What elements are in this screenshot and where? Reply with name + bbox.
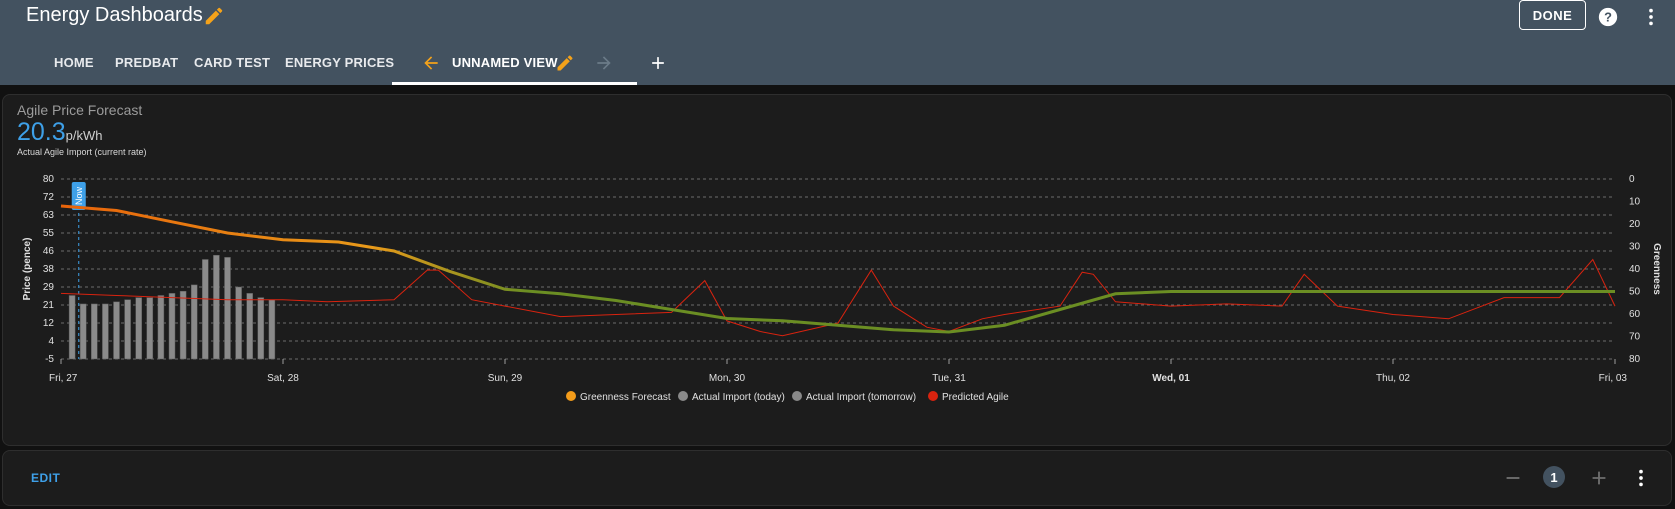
- actual-import-bar: [135, 297, 142, 360]
- y2-tick-label: 10: [1629, 197, 1641, 208]
- y-tick-label: 46: [43, 246, 55, 257]
- y2-axis-label: Greenness: [1651, 243, 1662, 295]
- actual-import-bar: [79, 303, 87, 360]
- price-forecast-card: Agile Price Forecast 20.3p/kWh Actual Ag…: [2, 94, 1672, 446]
- x-tick-label: Thu, 02: [1376, 373, 1410, 384]
- y2-tick-label: 40: [1629, 264, 1641, 275]
- y-tick-label: 55: [43, 228, 55, 239]
- more-vert-icon[interactable]: [1640, 6, 1662, 28]
- x-tick-label: Wed, 01: [1152, 373, 1190, 384]
- y-tick-label: 72: [43, 192, 55, 203]
- app-title: Energy Dashboards: [26, 4, 203, 26]
- y2-tick-label: 0: [1629, 174, 1635, 185]
- actual-import-bar: [213, 254, 220, 360]
- pencil-icon[interactable]: [555, 53, 575, 73]
- y-tick-label: 12: [43, 318, 55, 329]
- arrow-left-icon[interactable]: [421, 53, 441, 73]
- y2-tick-label: 80: [1629, 354, 1641, 365]
- legend-label: Greenness Forecast: [580, 392, 671, 403]
- top-app-bar: Energy Dashboards DONE ? HOME PREDBAT CA…: [0, 0, 1675, 85]
- actual-import-bar: [246, 293, 253, 360]
- plus-icon[interactable]: [1588, 467, 1610, 489]
- edit-button[interactable]: EDIT: [31, 471, 60, 485]
- price-chart: 80 72 63 55 46 38 29 21 12 4 -5 0 10 20 30 40 50 60 70 80 Pr…: [22, 174, 1662, 403]
- card-footer: EDIT 1: [2, 450, 1672, 506]
- page-number-badge: 1: [1543, 466, 1565, 488]
- actual-import-bar: [235, 286, 242, 360]
- actual-import-bar: [257, 297, 265, 360]
- actual-import-bar: [157, 295, 165, 360]
- y2-tick-label: 70: [1629, 332, 1641, 343]
- y-tick-label: -5: [45, 354, 54, 365]
- x-tick-label: Fri, 27: [49, 373, 78, 384]
- y-tick-label: 38: [43, 264, 55, 275]
- y2-tick-label: 20: [1629, 219, 1641, 230]
- tab-home[interactable]: HOME: [54, 55, 94, 70]
- y-tick-label: 21: [43, 300, 55, 311]
- legend-marker: [928, 391, 938, 401]
- add-view-icon[interactable]: [648, 53, 668, 73]
- help-icon[interactable]: ?: [1597, 6, 1619, 28]
- y-tick-label: 63: [43, 210, 55, 221]
- done-button[interactable]: DONE: [1519, 0, 1586, 30]
- tab-energy-prices[interactable]: ENERGY PRICES: [285, 55, 394, 70]
- legend-label: Actual Import (tomorrow): [806, 392, 916, 403]
- legend-label: Predicted Agile: [942, 392, 1009, 403]
- actual-import-bar: [102, 303, 109, 360]
- actual-import-bar: [179, 290, 187, 360]
- x-tick-label: Tue, 31: [932, 373, 966, 384]
- y-tick-label: 4: [48, 336, 54, 347]
- now-label: Now: [74, 187, 84, 206]
- arrow-right-icon[interactable]: [594, 53, 614, 73]
- y2-tick-label: 60: [1629, 309, 1641, 320]
- svg-text:?: ?: [1604, 10, 1612, 25]
- y-tick-label: 29: [43, 282, 55, 293]
- legend-marker: [566, 391, 576, 401]
- legend-marker: [792, 391, 802, 401]
- y-axis-label: Price (pence): [22, 238, 33, 301]
- actual-import-bar: [91, 303, 98, 360]
- actual-import-bar: [124, 299, 131, 360]
- legend-marker: [678, 391, 688, 401]
- actual-import-bar: [68, 295, 76, 360]
- tab-predbat[interactable]: PREDBAT: [115, 55, 178, 70]
- actual-import-bar: [190, 284, 198, 360]
- y-tick-label: 80: [43, 174, 55, 185]
- actual-import-bar: [202, 259, 209, 360]
- actual-import-bar: [168, 293, 176, 360]
- x-tick-label: Sun, 29: [488, 373, 523, 384]
- y2-tick-label: 50: [1629, 287, 1641, 298]
- actual-import-bar: [268, 299, 276, 360]
- x-tick-label: Sat, 28: [267, 373, 299, 384]
- tab-unnamed-view[interactable]: UNNAMED VIEW: [452, 55, 558, 70]
- y2-tick-label: 30: [1629, 242, 1641, 253]
- tab-card-test[interactable]: CARD TEST: [194, 55, 270, 70]
- minus-icon[interactable]: [1502, 467, 1524, 489]
- legend-label: Actual Import (today): [692, 392, 785, 403]
- actual-import-bar: [224, 257, 231, 360]
- more-vert-icon[interactable]: [1630, 467, 1652, 489]
- actual-import-bar: [146, 297, 154, 360]
- pencil-icon[interactable]: [203, 5, 225, 27]
- active-tab-indicator: [392, 82, 637, 85]
- x-tick-label: Fri, 03: [1599, 373, 1628, 384]
- x-tick-label: Mon, 30: [709, 373, 746, 384]
- actual-import-bar: [113, 301, 120, 360]
